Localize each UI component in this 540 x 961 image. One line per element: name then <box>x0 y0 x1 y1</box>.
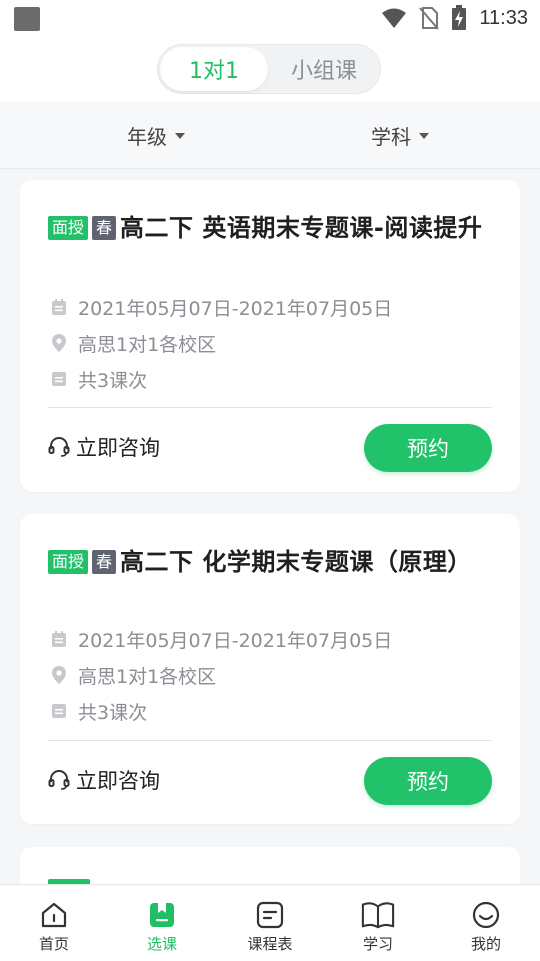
season-tag: 春 <box>92 216 117 240</box>
document-icon <box>50 370 68 388</box>
course-sessions: 共3课次 <box>78 701 148 724</box>
location-pin-icon <box>50 334 68 352</box>
subject-filter[interactable]: 学科 <box>371 102 429 168</box>
book-button[interactable]: 预约 <box>364 424 492 472</box>
profile-icon <box>469 899 503 931</box>
bottom-nav: 首页 选课 课程表 学习 我的 <box>0 884 540 961</box>
course-card[interactable]: 面授春高二下 英语期末专题课-阅读提升 2021年05月07日-2021年07月… <box>20 180 520 492</box>
nav-label: 我的 <box>470 935 501 953</box>
sessions-row: 共3课次 <box>50 696 147 726</box>
course-title-row: 面授春高二下 化学期末专题课（原理） <box>48 544 496 580</box>
card-divider <box>48 407 492 408</box>
sessions-row: 共3课次 <box>50 364 147 394</box>
card-divider <box>48 740 492 741</box>
grade-filter[interactable]: 年级 <box>127 102 185 168</box>
headset-icon <box>48 437 70 457</box>
caret-down-icon <box>175 133 185 139</box>
status-time: 11:33 <box>479 6 528 29</box>
status-icons: 11:33 <box>381 0 528 36</box>
nav-label: 选课 <box>146 935 177 953</box>
season-tag: 春 <box>92 550 117 574</box>
select-course-icon <box>145 899 179 931</box>
mode-tag: 面授 <box>48 216 89 240</box>
course-list[interactable]: 面授春高二下 英语期末专题课-阅读提升 2021年05月07日-2021年07月… <box>0 168 540 884</box>
location-row: 高思1对1各校区 <box>50 660 216 690</box>
course-sessions: 共3课次 <box>78 369 148 392</box>
calendar-icon <box>50 298 68 316</box>
book-button[interactable]: 预约 <box>364 757 492 805</box>
no-sim-icon <box>419 7 440 30</box>
tab-small-group[interactable]: 小组课 <box>270 47 378 91</box>
course-location: 高思1对1各校区 <box>78 333 217 356</box>
mode-tag: 面授 <box>48 550 89 574</box>
notification-icon <box>14 7 40 31</box>
nav-item-schedule[interactable]: 课程表 <box>216 885 324 961</box>
consult-button[interactable]: 立即咨询 <box>48 765 160 795</box>
book-icon <box>361 899 395 931</box>
document-icon <box>50 702 68 720</box>
course-card[interactable]: 面授春高二下 化学期末专题课（原理） 2021年05月07日-2021年07月0… <box>20 514 520 824</box>
location-pin-icon <box>50 666 68 684</box>
course-title: 高二下 英语期末专题课-阅读提升 <box>120 214 483 242</box>
status-bar: 11:33 <box>0 0 540 36</box>
course-type-switch: 1对1 小组课 <box>157 44 381 94</box>
consult-label: 立即咨询 <box>76 436 160 460</box>
nav-label: 首页 <box>38 935 69 953</box>
schedule-icon <box>253 899 287 931</box>
nav-item-home[interactable]: 首页 <box>0 885 108 961</box>
nav-item-profile[interactable]: 我的 <box>432 885 540 961</box>
nav-item-study[interactable]: 学习 <box>324 885 432 961</box>
home-icon <box>37 899 71 931</box>
wifi-icon <box>382 8 407 28</box>
course-date-range: 2021年05月07日-2021年07月05日 <box>78 629 393 652</box>
tab-one-on-one[interactable]: 1对1 <box>160 47 268 91</box>
course-card-partial[interactable] <box>20 847 520 884</box>
course-date-range: 2021年05月07日-2021年07月05日 <box>78 297 393 320</box>
consult-button[interactable]: 立即咨询 <box>48 432 160 462</box>
nav-label: 学习 <box>362 935 393 953</box>
date-row: 2021年05月07日-2021年07月05日 <box>50 624 392 654</box>
date-row: 2021年05月07日-2021年07月05日 <box>50 292 392 322</box>
nav-item-select-course[interactable]: 选课 <box>108 885 216 961</box>
grade-filter-label: 年级 <box>127 124 167 149</box>
subject-filter-label: 学科 <box>371 124 411 149</box>
headset-icon <box>48 770 70 790</box>
course-title-row: 面授春高二下 英语期末专题课-阅读提升 <box>48 210 496 246</box>
battery-charging-icon <box>452 5 467 30</box>
course-location: 高思1对1各校区 <box>78 665 217 688</box>
course-title: 高二下 化学期末专题课（原理） <box>120 548 472 576</box>
consult-label: 立即咨询 <box>76 769 160 793</box>
location-row: 高思1对1各校区 <box>50 328 216 358</box>
nav-label: 课程表 <box>247 935 293 953</box>
tab-header: 1对1 小组课 <box>0 36 540 102</box>
filter-bar: 年级 学科 <box>0 102 540 169</box>
caret-down-icon <box>419 133 429 139</box>
calendar-icon <box>50 630 68 648</box>
